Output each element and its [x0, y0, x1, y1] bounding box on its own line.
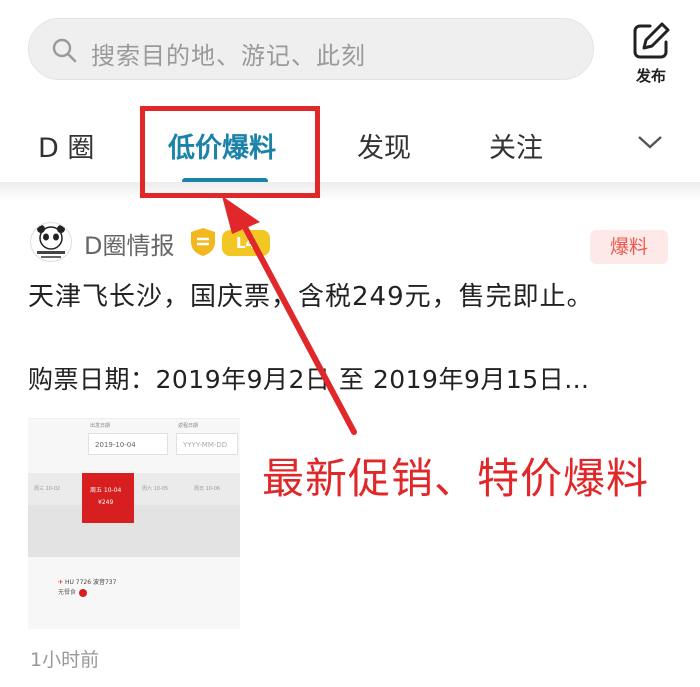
tab-d-circle[interactable]: D 圈 [38, 126, 94, 165]
thumbnail-panel [28, 505, 240, 557]
chevron-down-icon[interactable] [636, 132, 664, 152]
thumbnail-date-field: 2019-10-04 [88, 433, 168, 455]
search-bar[interactable]: 搜索目的地、游记、此刻 [28, 18, 594, 80]
deal-tag: 爆料 [590, 230, 668, 264]
thumbnail-date-strip: 周三 10-02 周六 10-05 周日 10-06 [28, 473, 240, 505]
thumbnail-flight: ✈ HU 7726 波音737 [58, 577, 116, 586]
tab-discover[interactable]: 发现 [357, 126, 411, 165]
annotation-text: 最新促销、特价爆料 [262, 454, 650, 503]
publish-button[interactable]: 发布 [626, 20, 676, 86]
thumbnail-return-label: 返程日期 [178, 423, 199, 429]
thumbnail-selected-price: ¥249 [98, 499, 114, 506]
post-title[interactable]: 天津飞长沙，国庆票，含税249元，售完即止。 [28, 278, 648, 316]
author-name[interactable]: D圈情报 [84, 226, 174, 261]
panda-face-icon [37, 225, 65, 258]
post-subtitle[interactable]: 购票日期：2019年9月2日 至 2019年9月15日… [28, 360, 678, 396]
search-icon [52, 38, 77, 63]
post-time: 1小时前 [30, 649, 100, 671]
thumbnail-date-label: 出发日期 [90, 423, 111, 429]
avatar[interactable] [30, 222, 72, 262]
thumbnail-flight-text: HU 7726 波音737 [64, 579, 117, 586]
level-badge: L4 [222, 230, 270, 256]
search-input[interactable]: 搜索目的地、游记、此刻 [91, 36, 366, 71]
thumbnail-date: 周三 10-02 [34, 486, 61, 492]
thumbnail-date: 周日 10-06 [194, 486, 221, 492]
highlight-box [140, 106, 320, 198]
question-icon [79, 588, 88, 597]
tab-bar-divider [0, 182, 700, 200]
publish-label: 发布 [635, 67, 666, 85]
airline-icon: ✈ [58, 579, 64, 586]
thumbnail-selected-date: 周五 10-04 ¥249 [82, 473, 134, 523]
tab-bar: D 圈 低价爆料 发现 关注 [0, 108, 700, 184]
tab-following[interactable]: 关注 [489, 126, 543, 165]
thumbnail-selected-date-text: 周五 10-04 [90, 487, 122, 494]
shield-badge-icon [191, 228, 215, 256]
thumbnail-flight-note-text: 无餐食 [58, 589, 77, 596]
thumbnail-return-field: YYYY-MM-DD [176, 433, 238, 455]
thumbnail-date: 周六 10-05 [142, 486, 169, 492]
post-thumbnail[interactable]: 出发日期 返程日期 2019-10-04 YYYY-MM-DD 周三 10-02… [28, 418, 240, 629]
edit-icon [633, 22, 670, 59]
thumbnail-flight-note: 无餐食 [58, 587, 88, 597]
